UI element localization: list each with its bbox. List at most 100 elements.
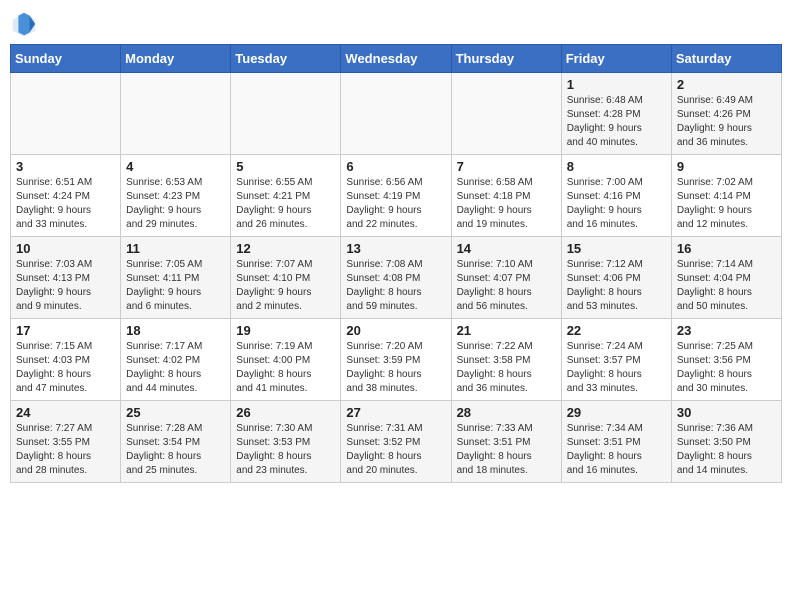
calendar-cell: 3 Sunrise: 6:51 AM Sunset: 4:24 PM Daylig… [11,155,121,237]
day-info: Sunrise: 7:28 AM Sunset: 3:54 PM Dayligh… [126,422,225,478]
day-info: Sunrise: 6:49 AM Sunset: 4:26 PM Dayligh… [677,94,776,150]
day-number: 2 [677,77,776,92]
calendar-week-row: 17 Sunrise: 7:15 AM Sunset: 4:03 PM Dayli… [11,319,782,401]
day-number: 1 [567,77,666,92]
day-info: Sunrise: 7:19 AM Sunset: 4:00 PM Dayligh… [236,340,335,396]
day-number: 22 [567,323,666,338]
calendar-cell: 11 Sunrise: 7:05 AM Sunset: 4:11 PM Dayli… [121,237,231,319]
day-number: 10 [16,241,115,256]
calendar-cell [121,73,231,155]
day-info: Sunrise: 6:53 AM Sunset: 4:23 PM Dayligh… [126,176,225,232]
day-number: 21 [457,323,556,338]
day-info: Sunrise: 7:33 AM Sunset: 3:51 PM Dayligh… [457,422,556,478]
day-header-monday: Monday [121,45,231,73]
day-info: Sunrise: 7:27 AM Sunset: 3:55 PM Dayligh… [16,422,115,478]
calendar-cell: 7 Sunrise: 6:58 AM Sunset: 4:18 PM Daylig… [451,155,561,237]
day-number: 4 [126,159,225,174]
day-info: Sunrise: 6:58 AM Sunset: 4:18 PM Dayligh… [457,176,556,232]
day-info: Sunrise: 7:02 AM Sunset: 4:14 PM Dayligh… [677,176,776,232]
day-info: Sunrise: 7:14 AM Sunset: 4:04 PM Dayligh… [677,258,776,314]
day-info: Sunrise: 7:15 AM Sunset: 4:03 PM Dayligh… [16,340,115,396]
calendar-cell: 24 Sunrise: 7:27 AM Sunset: 3:55 PM Dayli… [11,401,121,483]
day-number: 9 [677,159,776,174]
calendar-cell: 8Sunrise: 7:00 AM Sunset: 4:16 PM Daylig… [561,155,671,237]
day-number: 11 [126,241,225,256]
calendar-header-row: SundayMondayTuesdayWednesdayThursdayFrid… [11,45,782,73]
calendar-cell [231,73,341,155]
calendar-cell: 1Sunrise: 6:48 AM Sunset: 4:28 PM Daylig… [561,73,671,155]
day-number: 3 [16,159,115,174]
day-info: Sunrise: 6:56 AM Sunset: 4:19 PM Dayligh… [346,176,445,232]
day-info: Sunrise: 7:07 AM Sunset: 4:10 PM Dayligh… [236,258,335,314]
day-number: 14 [457,241,556,256]
calendar-cell: 13 Sunrise: 7:08 AM Sunset: 4:08 PM Dayli… [341,237,451,319]
day-number: 20 [346,323,445,338]
day-number: 18 [126,323,225,338]
calendar-cell: 6 Sunrise: 6:56 AM Sunset: 4:19 PM Daylig… [341,155,451,237]
day-info: Sunrise: 6:51 AM Sunset: 4:24 PM Dayligh… [16,176,115,232]
day-number: 23 [677,323,776,338]
day-info: Sunrise: 7:12 AM Sunset: 4:06 PM Dayligh… [567,258,666,314]
calendar-cell: 20 Sunrise: 7:20 AM Sunset: 3:59 PM Dayli… [341,319,451,401]
day-info: Sunrise: 7:30 AM Sunset: 3:53 PM Dayligh… [236,422,335,478]
day-info: Sunrise: 6:55 AM Sunset: 4:21 PM Dayligh… [236,176,335,232]
day-info: Sunrise: 7:22 AM Sunset: 3:58 PM Dayligh… [457,340,556,396]
calendar-week-row: 1Sunrise: 6:48 AM Sunset: 4:28 PM Daylig… [11,73,782,155]
calendar-cell: 9 Sunrise: 7:02 AM Sunset: 4:14 PM Daylig… [671,155,781,237]
calendar-cell [451,73,561,155]
day-number: 17 [16,323,115,338]
day-number: 13 [346,241,445,256]
calendar-cell: 27Sunrise: 7:31 AM Sunset: 3:52 PM Dayli… [341,401,451,483]
day-info: Sunrise: 7:24 AM Sunset: 3:57 PM Dayligh… [567,340,666,396]
day-number: 19 [236,323,335,338]
calendar-cell [11,73,121,155]
calendar-cell: 26 Sunrise: 7:30 AM Sunset: 3:53 PM Dayli… [231,401,341,483]
day-number: 27 [346,405,445,420]
day-number: 26 [236,405,335,420]
day-info: Sunrise: 7:03 AM Sunset: 4:13 PM Dayligh… [16,258,115,314]
calendar-cell: 22 Sunrise: 7:24 AM Sunset: 3:57 PM Dayli… [561,319,671,401]
day-header-friday: Friday [561,45,671,73]
calendar-week-row: 24 Sunrise: 7:27 AM Sunset: 3:55 PM Dayli… [11,401,782,483]
calendar-cell: 5 Sunrise: 6:55 AM Sunset: 4:21 PM Daylig… [231,155,341,237]
calendar-table: SundayMondayTuesdayWednesdayThursdayFrid… [10,44,782,483]
day-number: 28 [457,405,556,420]
day-header-wednesday: Wednesday [341,45,451,73]
day-info: Sunrise: 7:10 AM Sunset: 4:07 PM Dayligh… [457,258,556,314]
calendar-cell: 29Sunrise: 7:34 AM Sunset: 3:51 PM Dayli… [561,401,671,483]
page-header [10,10,782,38]
day-number: 12 [236,241,335,256]
day-info: Sunrise: 7:05 AM Sunset: 4:11 PM Dayligh… [126,258,225,314]
calendar-cell: 2 Sunrise: 6:49 AM Sunset: 4:26 PM Daylig… [671,73,781,155]
calendar-week-row: 10 Sunrise: 7:03 AM Sunset: 4:13 PM Dayli… [11,237,782,319]
day-header-tuesday: Tuesday [231,45,341,73]
calendar-cell: 19 Sunrise: 7:19 AM Sunset: 4:00 PM Dayli… [231,319,341,401]
calendar-cell: 25Sunrise: 7:28 AM Sunset: 3:54 PM Dayli… [121,401,231,483]
day-info: Sunrise: 7:17 AM Sunset: 4:02 PM Dayligh… [126,340,225,396]
calendar-cell: 21 Sunrise: 7:22 AM Sunset: 3:58 PM Dayli… [451,319,561,401]
calendar-cell: 23 Sunrise: 7:25 AM Sunset: 3:56 PM Dayli… [671,319,781,401]
day-info: Sunrise: 7:20 AM Sunset: 3:59 PM Dayligh… [346,340,445,396]
day-info: Sunrise: 7:00 AM Sunset: 4:16 PM Dayligh… [567,176,666,232]
calendar-cell: 15 Sunrise: 7:12 AM Sunset: 4:06 PM Dayli… [561,237,671,319]
calendar-cell: 28 Sunrise: 7:33 AM Sunset: 3:51 PM Dayli… [451,401,561,483]
day-info: Sunrise: 7:08 AM Sunset: 4:08 PM Dayligh… [346,258,445,314]
calendar-cell: 16Sunrise: 7:14 AM Sunset: 4:04 PM Dayli… [671,237,781,319]
day-number: 30 [677,405,776,420]
day-header-thursday: Thursday [451,45,561,73]
day-number: 7 [457,159,556,174]
day-number: 24 [16,405,115,420]
day-number: 15 [567,241,666,256]
day-number: 5 [236,159,335,174]
calendar-cell: 30Sunrise: 7:36 AM Sunset: 3:50 PM Dayli… [671,401,781,483]
day-info: Sunrise: 7:25 AM Sunset: 3:56 PM Dayligh… [677,340,776,396]
calendar-cell [341,73,451,155]
calendar-cell: 14 Sunrise: 7:10 AM Sunset: 4:07 PM Dayli… [451,237,561,319]
day-number: 6 [346,159,445,174]
logo-icon [10,10,38,38]
calendar-cell: 18 Sunrise: 7:17 AM Sunset: 4:02 PM Dayli… [121,319,231,401]
calendar-week-row: 3 Sunrise: 6:51 AM Sunset: 4:24 PM Daylig… [11,155,782,237]
day-header-saturday: Saturday [671,45,781,73]
day-number: 29 [567,405,666,420]
day-header-sunday: Sunday [11,45,121,73]
